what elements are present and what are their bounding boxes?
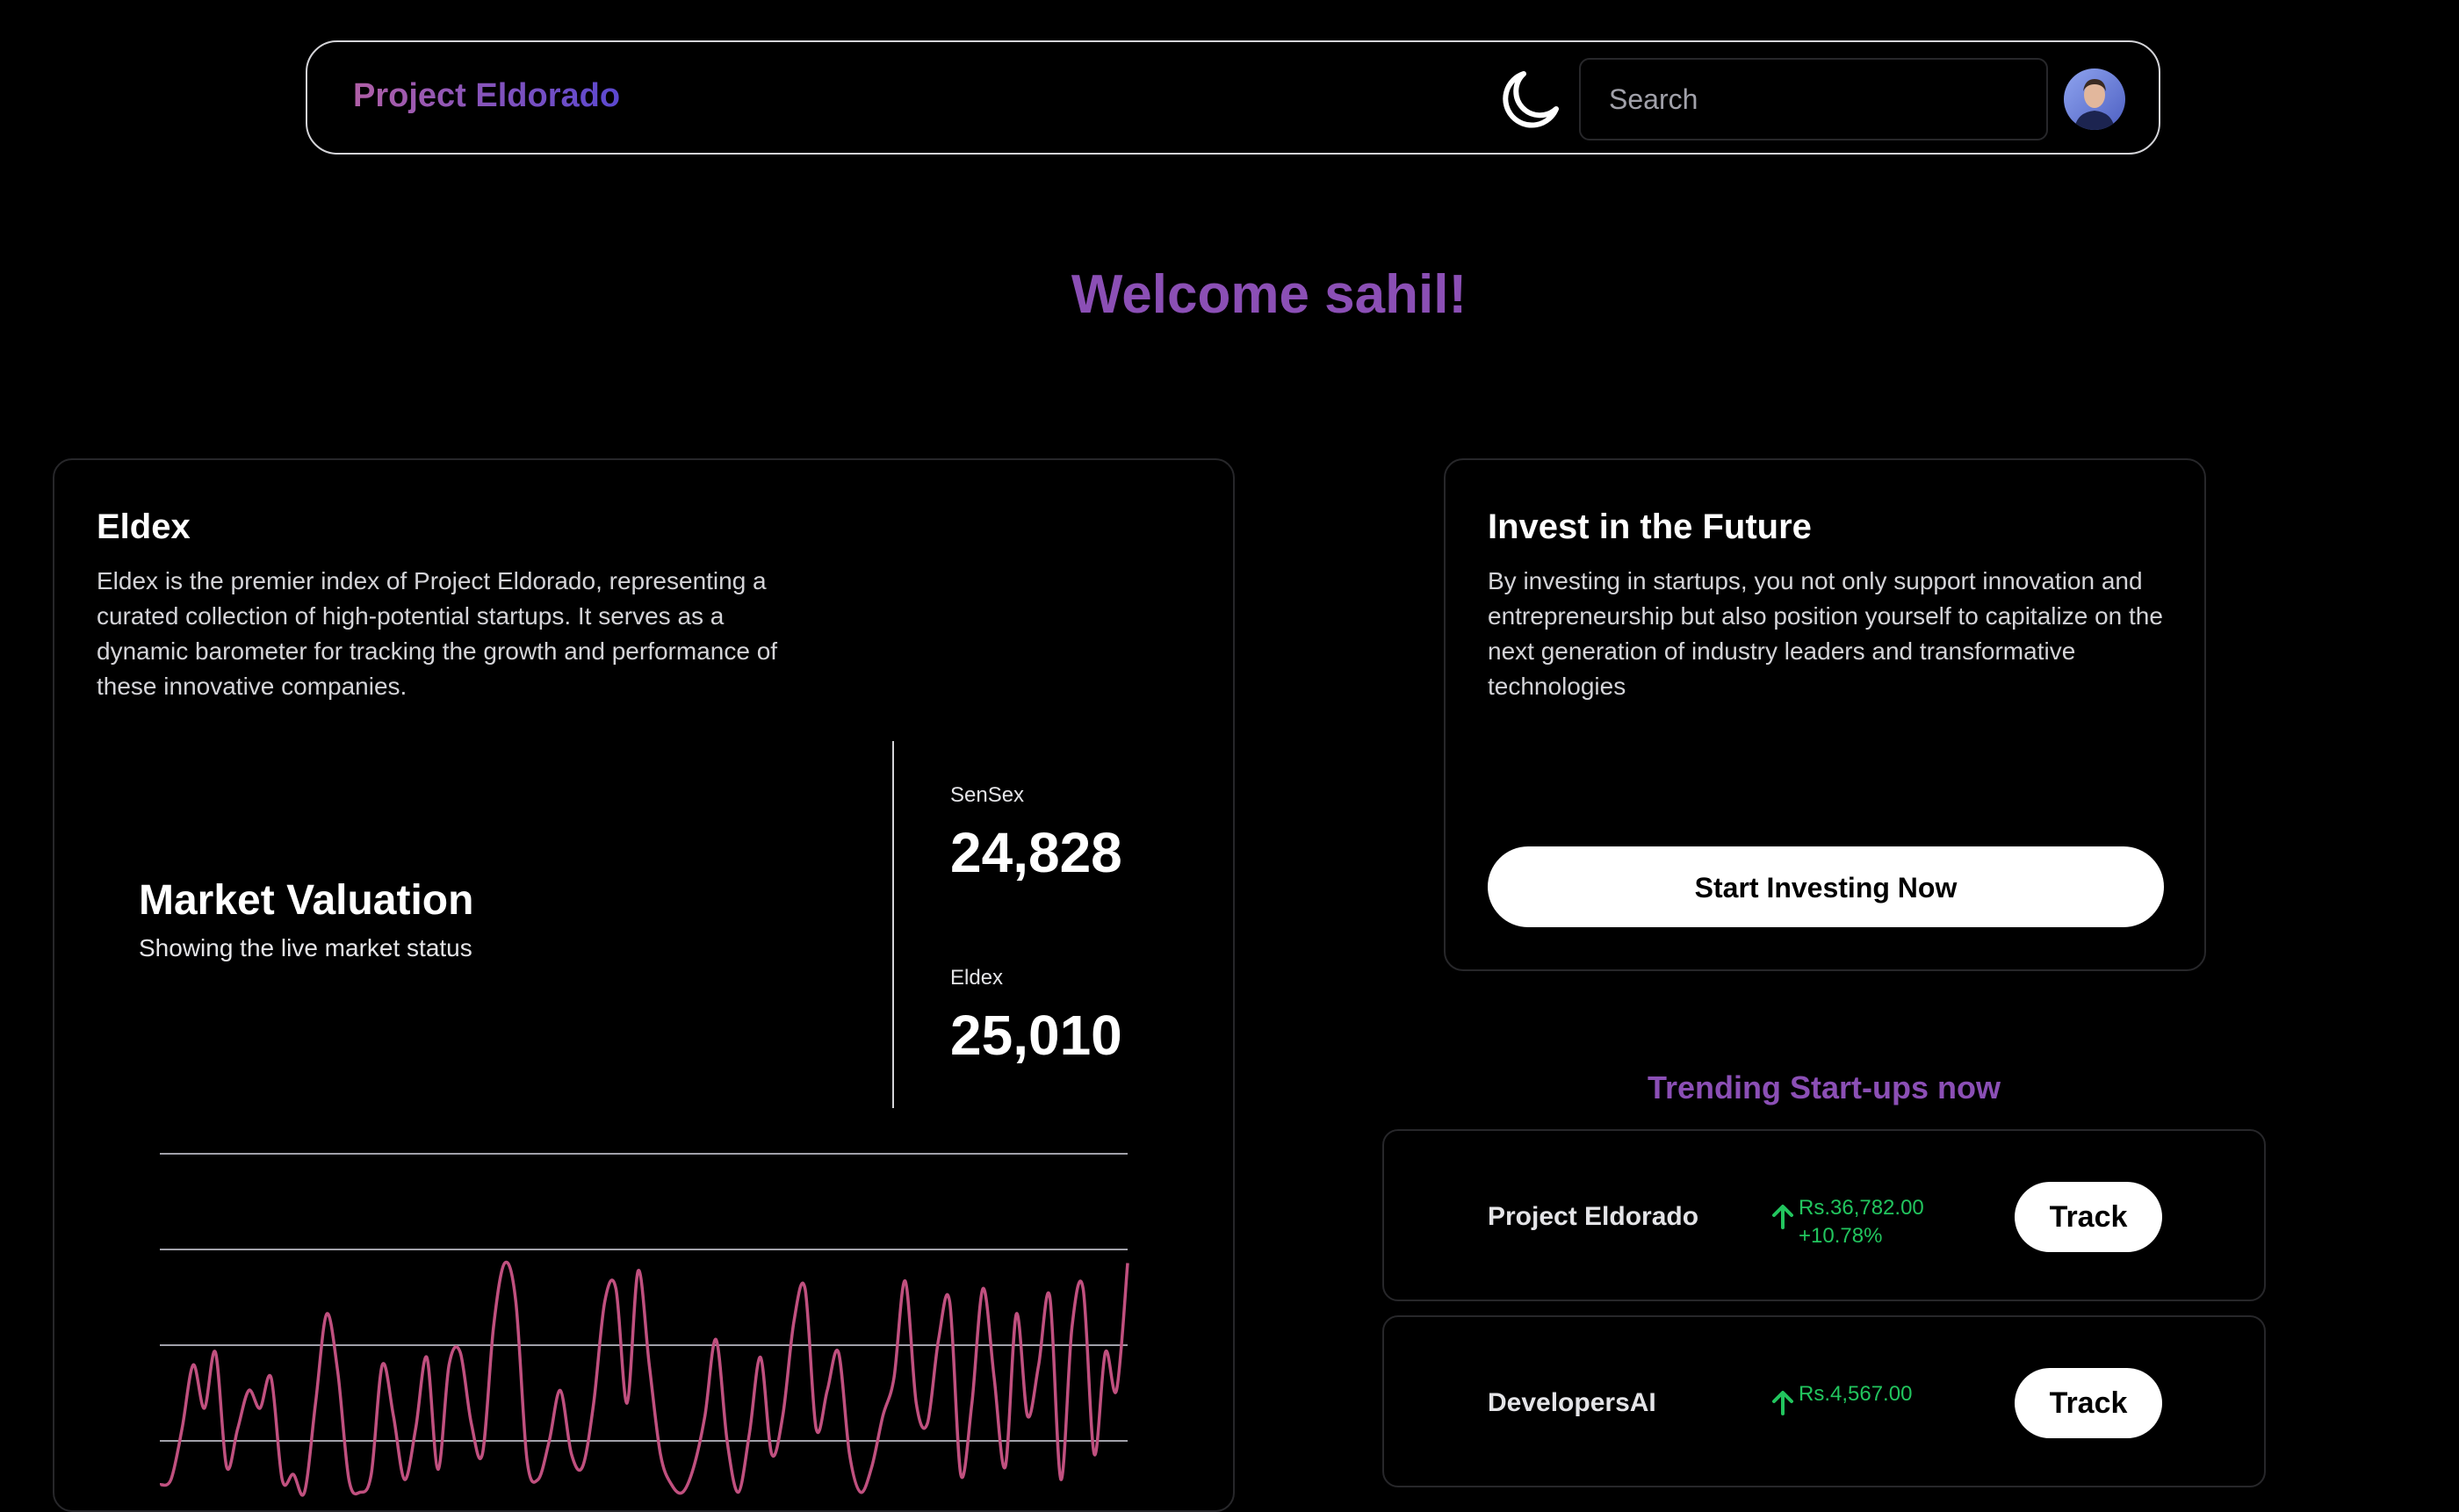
eldex-title: Eldex (97, 508, 191, 546)
moon-icon[interactable] (1495, 65, 1565, 135)
user-avatar[interactable] (2064, 68, 2125, 130)
track-button[interactable]: Track (2015, 1182, 2162, 1252)
sensex-label: SenSex (950, 783, 1025, 807)
arrow-up-icon (1772, 1205, 1793, 1229)
eldex-description: Eldex is the premier index of Project El… (97, 567, 778, 700)
startup-row: DevelopersAI Rs.4,567.00 Track (1382, 1315, 2266, 1487)
welcome-heading: Welcome sahil! (1071, 264, 1467, 325)
startup-name: DevelopersAI (1488, 1388, 1656, 1417)
market-valuation-title: Market Valuation (139, 877, 474, 924)
market-valuation-subtitle: Showing the live market status (139, 934, 472, 961)
startup-change: +10.78% (1799, 1224, 1883, 1248)
start-investing-button[interactable]: Start Investing Now (1488, 846, 2164, 927)
stats-divider (892, 741, 894, 1108)
arrow-up-icon (1772, 1391, 1793, 1415)
invest-card: Invest in the Future By investing in sta… (1444, 458, 2206, 971)
sensex-value: 24,828 (950, 821, 1122, 884)
top-navbar: Project Eldorado (306, 40, 2160, 155)
invest-description: By investing in startups, you not only s… (1488, 567, 2163, 700)
market-value-line (160, 1260, 1129, 1497)
market-valuation-chart (160, 1153, 1129, 1497)
startup-price: Rs.4,567.00 (1799, 1382, 1913, 1406)
track-button[interactable]: Track (2015, 1368, 2162, 1438)
invest-title: Invest in the Future (1488, 508, 1812, 546)
eldex-index-label: Eldex (950, 966, 1004, 990)
eldex-card: Eldex Eldex is the premier index of Proj… (53, 458, 1235, 1512)
brand-logo-text[interactable]: Project Eldorado (353, 77, 620, 115)
startup-name: Project Eldorado (1488, 1202, 1699, 1231)
trending-title: Trending Start-ups now (1648, 1069, 2001, 1105)
search-input[interactable] (1579, 58, 2048, 140)
eldex-index-value: 25,010 (950, 1004, 1122, 1067)
startup-price: Rs.36,782.00 (1799, 1196, 1924, 1220)
startup-row: Project Eldorado Rs.36,782.00 +10.78% Tr… (1382, 1129, 2266, 1301)
